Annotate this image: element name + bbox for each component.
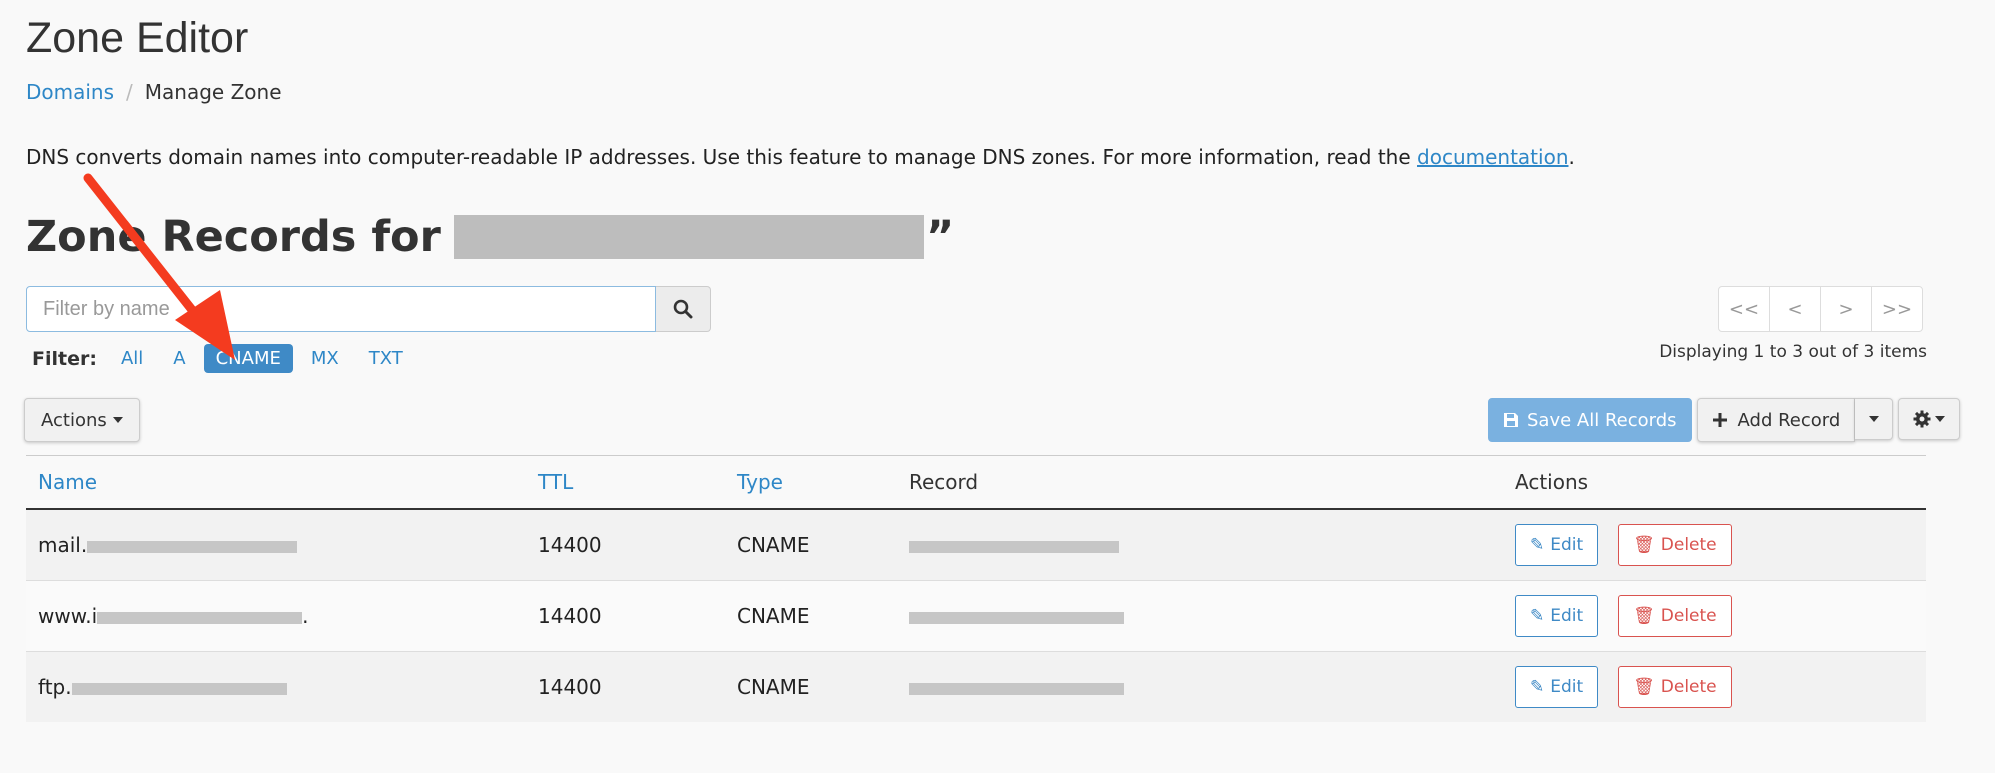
column-ttl[interactable]: TTL: [526, 455, 725, 510]
delete-label: Delete: [1660, 535, 1717, 555]
edit-label: Edit: [1550, 606, 1584, 626]
prev-page-button[interactable]: <: [1769, 286, 1821, 332]
record-actions-cell: ✎ Edit 🗑 Delete: [1515, 508, 1926, 581]
record-name-cell: www.i.: [26, 580, 526, 652]
table-row: ftp. 14400 CNAME ✎ Edit 🗑 Delete: [26, 651, 1926, 722]
edit-button[interactable]: ✎ Edit: [1515, 666, 1599, 708]
record-type: CNAME: [725, 580, 897, 652]
next-page-button[interactable]: >: [1820, 286, 1872, 332]
redacted-name: [97, 611, 303, 624]
record-value-cell: [897, 580, 1515, 652]
documentation-link[interactable]: documentation: [1417, 145, 1568, 169]
table-row: mail. 14400 CNAME ✎ Edit 🗑 Delete: [26, 508, 1926, 581]
column-record: Record: [897, 455, 1515, 510]
zone-records-table: Name TTL Type Record Actions mail. 14400…: [26, 455, 1926, 722]
delete-label: Delete: [1660, 677, 1717, 697]
actions-label: Actions: [41, 409, 107, 431]
trash-icon: 🗑: [1633, 606, 1655, 626]
table-row: www.i. 14400 CNAME ✎ Edit 🗑 Delete: [26, 580, 1926, 652]
redacted-domain: [454, 215, 925, 259]
chevron-down-icon: [1935, 416, 1946, 422]
record-name-prefix: ftp.: [38, 675, 72, 699]
column-name[interactable]: Name: [26, 455, 526, 510]
chevron-down-icon: [1868, 416, 1879, 422]
delete-label: Delete: [1660, 606, 1717, 626]
delete-button[interactable]: 🗑 Delete: [1618, 524, 1732, 566]
breadcrumb-domains-link[interactable]: Domains: [26, 80, 114, 104]
settings-dropdown-button[interactable]: [1898, 398, 1961, 440]
pencil-icon: ✎: [1530, 535, 1545, 555]
record-name-prefix: mail.: [38, 533, 88, 557]
record-type: CNAME: [725, 651, 897, 722]
breadcrumb: Domains / Manage Zone: [26, 80, 282, 104]
add-record-group: Add Record: [1696, 398, 1894, 442]
page-title: Zone Editor: [26, 14, 249, 62]
record-ttl[interactable]: 14400: [526, 580, 725, 652]
pagination: << < > >>: [1718, 286, 1923, 332]
delete-button[interactable]: 🗑 Delete: [1618, 595, 1732, 637]
save-all-label: Save All Records: [1527, 409, 1677, 431]
intro-suffix: .: [1568, 145, 1575, 169]
search-button[interactable]: [656, 286, 711, 332]
plus-icon: [1712, 413, 1727, 427]
annotation-arrow: [83, 173, 235, 360]
row-actions: ✎ Edit 🗑 Delete: [1515, 524, 1914, 566]
intro-body: DNS converts domain names into computer-…: [26, 145, 1418, 169]
actions-dropdown-button[interactable]: Actions: [24, 398, 140, 442]
last-page-button[interactable]: >>: [1871, 286, 1923, 332]
breadcrumb-current: Manage Zone: [144, 80, 282, 104]
pencil-icon: ✎: [1530, 677, 1545, 697]
record-type: CNAME: [725, 508, 897, 581]
gear-icon: [1913, 410, 1931, 428]
chevron-down-icon: [112, 417, 123, 423]
edit-label: Edit: [1550, 677, 1584, 697]
intro-text: DNS converts domain names into computer-…: [26, 145, 1575, 169]
floppy-disk-icon: [1504, 413, 1518, 427]
edit-button[interactable]: ✎ Edit: [1515, 595, 1599, 637]
edit-label: Edit: [1550, 535, 1584, 555]
pagination-info: Displaying 1 to 3 out of 3 items: [1659, 342, 1927, 362]
redacted-name: [71, 682, 287, 695]
record-ttl[interactable]: 14400: [526, 651, 725, 722]
edit-button[interactable]: ✎ Edit: [1515, 524, 1599, 566]
delete-button[interactable]: 🗑 Delete: [1618, 666, 1732, 708]
save-all-records-button[interactable]: Save All Records: [1488, 398, 1692, 442]
record-name-prefix: www.i: [38, 604, 98, 628]
record-actions-cell: ✎ Edit 🗑 Delete: [1515, 651, 1926, 722]
record-value-cell: [897, 508, 1515, 581]
add-record-label: Add Record: [1737, 409, 1841, 431]
record-value-cell: [897, 651, 1515, 722]
redacted-record: [909, 682, 1124, 695]
add-record-button[interactable]: Add Record: [1696, 398, 1856, 442]
row-actions: ✎ Edit 🗑 Delete: [1515, 666, 1914, 708]
record-name-cell: ftp.: [26, 651, 526, 722]
breadcrumb-separator: /: [126, 80, 133, 104]
pencil-icon: ✎: [1530, 606, 1545, 626]
zone-heading-suffix: ”: [926, 212, 955, 262]
redacted-record: [909, 611, 1124, 624]
add-record-dropdown-button[interactable]: [1855, 398, 1894, 440]
toolbar-right: Save All Records Add Record: [1488, 398, 1961, 442]
column-actions: Actions: [1515, 455, 1926, 510]
first-page-button[interactable]: <<: [1718, 286, 1770, 332]
row-actions: ✎ Edit 🗑 Delete: [1515, 595, 1914, 637]
trash-icon: 🗑: [1633, 535, 1655, 555]
redacted-record: [909, 540, 1119, 553]
redacted-name: [87, 540, 298, 553]
trash-icon: 🗑: [1633, 677, 1655, 697]
table-header-row: Name TTL Type Record Actions: [26, 455, 1926, 510]
filter-txt[interactable]: TXT: [357, 344, 415, 373]
column-type[interactable]: Type: [725, 455, 897, 510]
record-name-cell: mail.: [26, 508, 526, 581]
record-name-suffix: .: [302, 604, 309, 628]
filter-mx[interactable]: MX: [299, 344, 351, 373]
search-icon: [673, 299, 693, 319]
record-actions-cell: ✎ Edit 🗑 Delete: [1515, 580, 1926, 652]
record-ttl[interactable]: 14400: [526, 508, 725, 581]
